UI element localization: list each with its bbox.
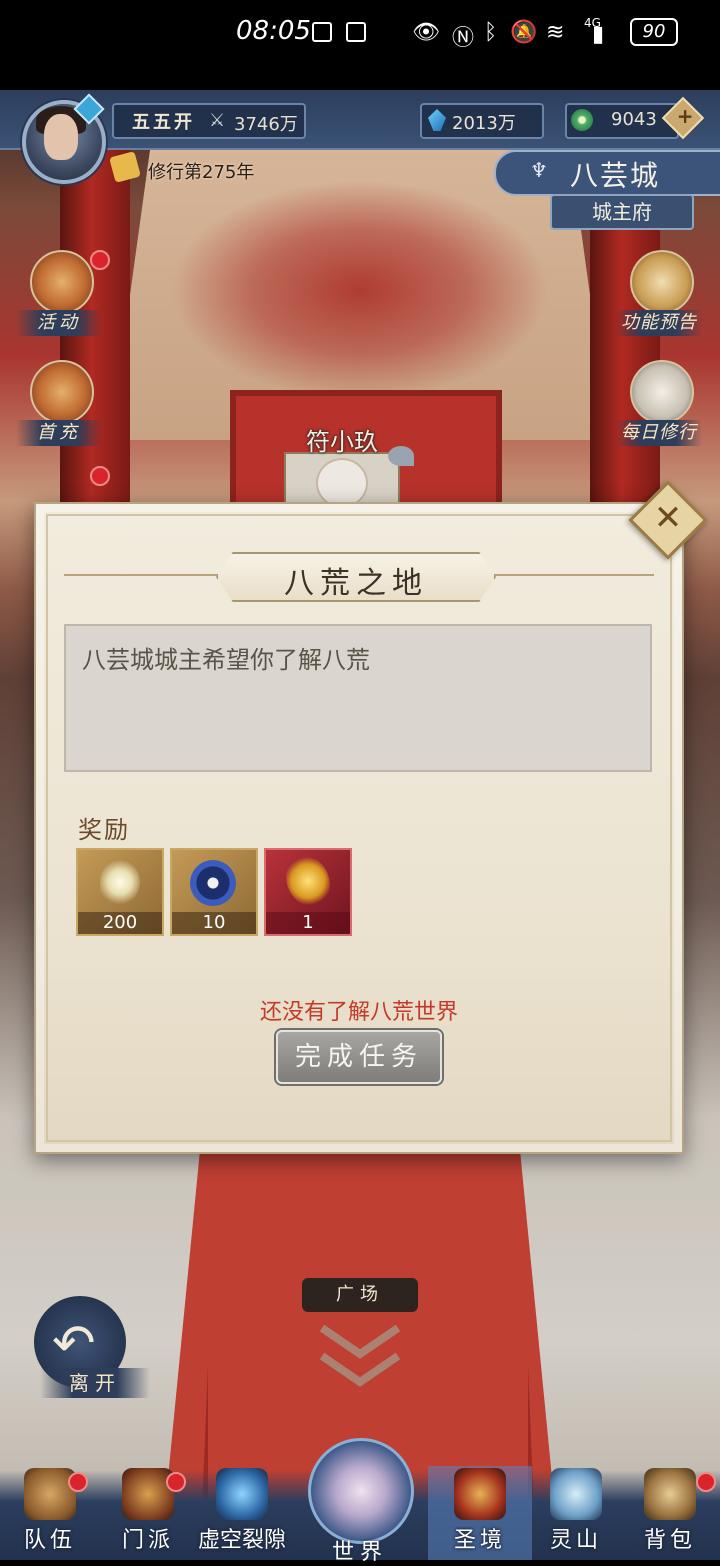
bluetooth-icon: ᛒ: [484, 20, 498, 45]
activity-label: 活动: [16, 310, 102, 336]
plus-icon: +: [676, 103, 694, 128]
feature-preview-button[interactable]: 功能预告: [616, 248, 702, 342]
palace-icon: [454, 1468, 506, 1520]
nav-label: 灵山: [549, 1528, 602, 1553]
nav-label: 门派: [121, 1528, 174, 1553]
cultivation-year: 修行第275年: [109, 151, 280, 188]
mute-icon: 🔕: [510, 20, 538, 45]
nav-label: 世界: [331, 1540, 388, 1565]
backpack-icon: [644, 1468, 696, 1520]
feature-preview-label: 功能预告: [616, 310, 702, 336]
leave-label: 离开: [40, 1368, 150, 1398]
first-recharge-button[interactable]: 首充: [16, 358, 102, 452]
wifi-icon: ≋: [546, 20, 565, 45]
reward-item[interactable]: 1: [264, 848, 352, 936]
plaza-exit-label[interactable]: 广场: [302, 1278, 418, 1312]
back-arrow-icon: ↶: [52, 1314, 96, 1374]
jade-coin-icon: [571, 109, 593, 131]
team-hat-icon: [24, 1468, 76, 1520]
pagoda-icon: [122, 1468, 174, 1520]
reward-quantity: 1: [266, 912, 350, 934]
chat-bubble-icon[interactable]: [388, 446, 414, 466]
quest-description: 八芸城城主希望你了解八荒: [82, 646, 370, 674]
dialog-title: 八荒之地: [284, 566, 428, 601]
npc-name: 符小玖: [306, 428, 378, 456]
nav-sacred-realm[interactable]: 圣境: [430, 1462, 530, 1560]
reward-heading: 奖励: [78, 816, 130, 844]
reward-item[interactable]: 10: [170, 848, 258, 936]
city-name: 八芸城: [570, 159, 661, 192]
notification-dot: [166, 1472, 186, 1492]
clock: 08:05: [236, 16, 311, 46]
reward-item[interactable]: 200: [76, 848, 164, 936]
avatar-face: [44, 114, 78, 160]
location-panel[interactable]: ♆ 八芸城 城主府: [494, 150, 720, 230]
player-name: 五五开: [132, 112, 195, 133]
signal-icon: ▮: [592, 22, 605, 47]
taiji-orb-icon: [190, 860, 236, 906]
building-name: 城主府: [550, 194, 694, 230]
dragon-mural: [170, 180, 550, 400]
treasure-bag-icon: [30, 360, 94, 424]
notification-dot: [90, 466, 110, 486]
nav-label: 虚空裂隙: [197, 1528, 286, 1553]
nfc-icon: Ⓝ: [452, 26, 475, 51]
notification-icon: [312, 22, 332, 42]
scroll-icon: [109, 151, 141, 183]
jade-currency[interactable]: 9043: [565, 103, 679, 139]
daily-cultivation-label: 每日修行: [616, 420, 702, 446]
scroll-icon: [630, 250, 694, 314]
notification-dot: [696, 1472, 716, 1492]
npc-avatar[interactable]: [316, 458, 368, 508]
cultivation-text: 修行第275年: [148, 162, 255, 183]
jade-amount: 9043: [611, 109, 657, 130]
leave-button[interactable]: ↶ 离开: [30, 1296, 150, 1400]
world-orb-icon: [308, 1438, 414, 1544]
nav-world[interactable]: 世界: [302, 1434, 418, 1565]
daily-cultivation-button[interactable]: 每日修行: [616, 358, 702, 452]
reward-quantity: 200: [78, 912, 162, 934]
close-icon[interactable]: ✕: [640, 490, 696, 546]
nav-label: 圣境: [453, 1528, 506, 1553]
golden-dragon-icon: [286, 856, 330, 906]
mountain-icon: [550, 1468, 602, 1520]
first-recharge-label: 首充: [16, 420, 102, 446]
vortex-icon: [216, 1468, 268, 1520]
notification-dot: [68, 1472, 88, 1492]
quest-warning: 还没有了解八荒世界: [259, 1000, 458, 1025]
gem-amount: 2013万: [452, 113, 516, 134]
location-pin-icon: ♆: [530, 158, 548, 182]
battery-indicator: 90: [630, 18, 678, 46]
activity-button[interactable]: 活动: [16, 248, 102, 342]
player-info-panel[interactable]: 五五开 ⚔ 3746万: [112, 103, 306, 139]
notification-icon: [346, 22, 366, 42]
nav-spirit-mountain[interactable]: 灵山: [526, 1462, 626, 1560]
quest-dialog: 八荒之地 八芸城城主希望你了解八荒 奖励 200 10 1 还没有了解八荒世界 …: [34, 502, 684, 1154]
nav-label: 背包: [643, 1528, 696, 1553]
combat-power: 3746万: [234, 114, 298, 135]
spirit-crystal-icon: [428, 109, 446, 131]
book-icon: [630, 360, 694, 424]
chevron-down-icon[interactable]: [316, 1320, 404, 1390]
nav-label: 队伍: [23, 1528, 76, 1553]
essence-flame-icon: [100, 860, 140, 904]
complete-quest-button[interactable]: 完成任务: [276, 1030, 442, 1084]
status-bar: 08:05 👁 Ⓝ ᛒ 🔕 ≋ 4G ▮ 90: [0, 0, 720, 90]
notification-dot: [90, 250, 110, 270]
combat-power-icon: ⚔: [209, 110, 226, 131]
eye-icon: 👁: [412, 20, 440, 45]
lantern-icon: [30, 250, 94, 314]
gem-currency[interactable]: 2013万: [420, 103, 544, 139]
nav-void-rift[interactable]: 虚空裂隙: [192, 1462, 292, 1560]
reward-quantity: 10: [172, 912, 256, 934]
